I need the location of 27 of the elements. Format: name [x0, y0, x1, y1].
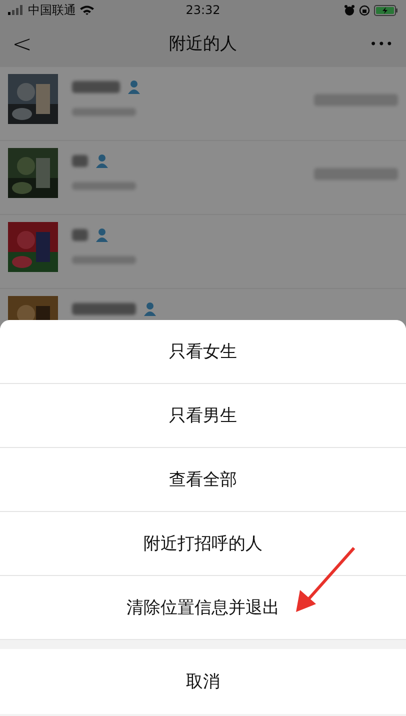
signal-icon	[8, 5, 24, 15]
sheet-option[interactable]: 只看女生	[0, 320, 406, 384]
person-icon	[144, 302, 156, 316]
blurred-subtitle	[72, 108, 136, 116]
carrier-name: 中国联通	[28, 2, 76, 18]
person-icon	[96, 154, 108, 168]
blurred-name	[72, 303, 136, 315]
status-time: 23:32	[186, 3, 220, 17]
more-button[interactable]: •••	[364, 36, 394, 50]
back-button[interactable]: <	[12, 30, 42, 58]
blurred-name	[72, 81, 120, 93]
rotation-lock-icon	[359, 4, 370, 16]
alarm-icon	[344, 4, 355, 16]
blurred-subtitle	[72, 182, 136, 190]
wifi-icon	[80, 5, 94, 15]
battery-icon	[374, 4, 398, 16]
blurred-name	[72, 155, 88, 167]
cancel-button[interactable]: 取消	[0, 649, 406, 714]
sheet-option[interactable]: 清除位置信息并退出	[0, 576, 406, 640]
page-title: 附近的人	[168, 33, 238, 55]
blurred-subtitle	[72, 256, 136, 264]
blurred-name	[72, 229, 88, 241]
sheet-option[interactable]: 只看男生	[0, 384, 406, 448]
sheet-option[interactable]: 附近打招呼的人	[0, 512, 406, 576]
person-icon	[96, 228, 108, 242]
person-icon	[128, 80, 140, 94]
sheet-option[interactable]: 查看全部	[0, 448, 406, 512]
